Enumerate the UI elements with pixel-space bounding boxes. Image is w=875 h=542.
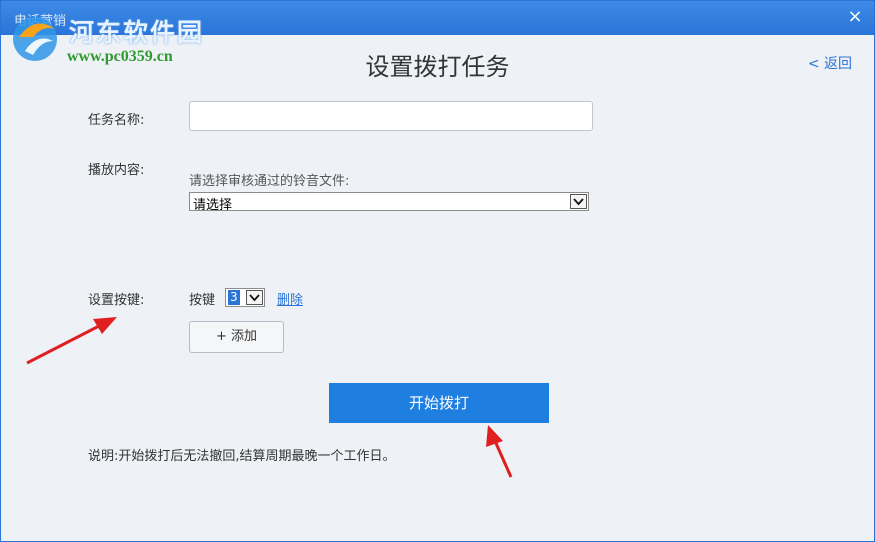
annotation-arrows bbox=[26, 317, 513, 478]
annotation-arrow-keys bbox=[26, 317, 117, 365]
app-window: 电话营销 × 河东软件园 www.pc0359.cn 设置拨打任务 < 返回 任… bbox=[0, 0, 875, 542]
annotation-arrow-start bbox=[486, 425, 513, 478]
